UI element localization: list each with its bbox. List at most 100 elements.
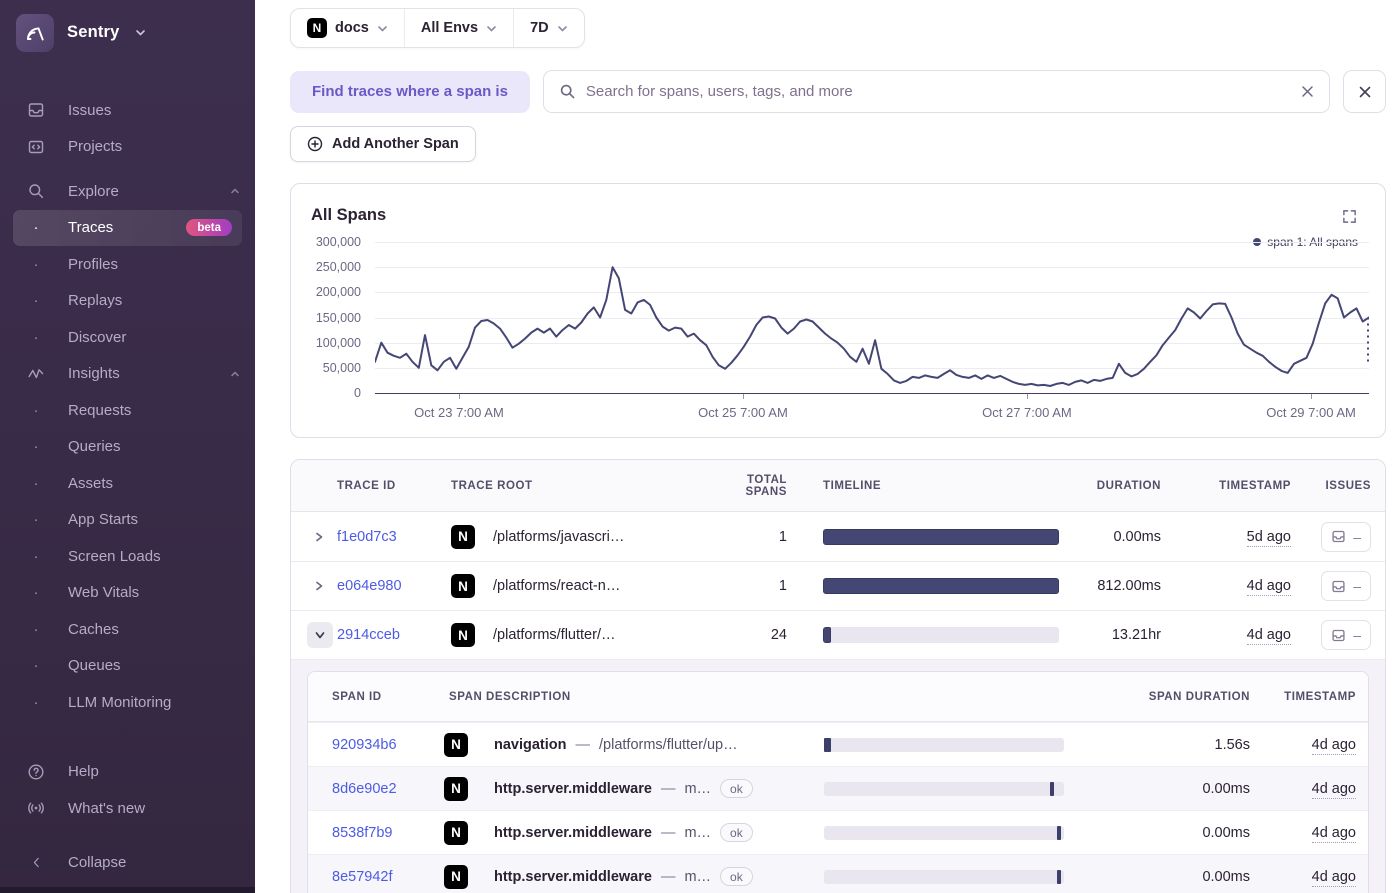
- trace-id-link[interactable]: f1e0d7c3: [337, 529, 397, 545]
- issues-cell: –: [1291, 571, 1371, 601]
- sidebar-item-projects[interactable]: Projects: [0, 129, 255, 166]
- sidebar-item-label: Traces: [68, 219, 114, 237]
- environment-selector-label: All Envs: [420, 20, 479, 36]
- table-row: 2914cceb N/platforms/flutter/… 24 13.21hr 4d…: [291, 610, 1385, 659]
- platform-cell: N: [451, 623, 493, 647]
- sidebar-collapse-button[interactable]: Collapse: [0, 845, 255, 882]
- search-icon: [559, 83, 576, 100]
- column-header: SPAN DURATION: [1148, 690, 1250, 703]
- span-id-link[interactable]: 8538f7b9: [332, 825, 392, 841]
- sidebar-item-traces[interactable]: · Traces beta: [13, 209, 242, 246]
- sidebar-item-label: Profiles: [68, 255, 119, 273]
- timestamp-link[interactable]: 5d ago: [1246, 528, 1291, 547]
- span-timeline-cell: [786, 825, 1064, 840]
- issues-badge: –: [1321, 571, 1371, 601]
- chevron-right-icon[interactable]: [307, 525, 331, 549]
- issues-cell: –: [1291, 521, 1371, 552]
- date-range-selector-label: 7D: [530, 20, 549, 36]
- sidebar-item-discover[interactable]: · Discover: [0, 319, 255, 356]
- sidebar-item-web-vitals[interactable]: · Web Vitals: [0, 575, 255, 612]
- timestamp-link[interactable]: 4d ago: [1311, 780, 1356, 799]
- timeline-cell: [787, 578, 1067, 594]
- remove-span-filter-button[interactable]: [1343, 70, 1386, 113]
- clear-search-icon[interactable]: [1300, 84, 1315, 99]
- sidebar-item-help[interactable]: Help: [0, 754, 255, 791]
- search-icon: [26, 182, 46, 200]
- column-header: ISSUES: [1325, 479, 1371, 492]
- span-op: http.server.middleware: [494, 868, 652, 885]
- environment-selector[interactable]: All Envs: [403, 9, 513, 47]
- platform-cell: N: [444, 820, 484, 845]
- broadcast-icon: [26, 799, 46, 817]
- sidebar-item-app-starts[interactable]: · App Starts: [0, 502, 255, 539]
- chart-plot-area: 0 50,000 100,000 150,000 200,000 250,000 300,0…: [316, 235, 1369, 420]
- span-id-link[interactable]: 8d6e90e2: [332, 781, 397, 797]
- timestamp-link[interactable]: 4d ago: [1246, 578, 1291, 596]
- span-row: 8e57942f Nhttp.server.middleware — m… ok 0.00…: [308, 854, 1368, 893]
- span-search-box: [542, 70, 1330, 113]
- span-timeline-track: [824, 781, 1064, 796]
- duration: 812.00ms: [1097, 578, 1161, 594]
- sidebar-item-requests[interactable]: · Requests: [0, 392, 255, 429]
- sidebar-item-profiles[interactable]: · Profiles: [0, 246, 255, 283]
- total-spans: 1: [778, 528, 787, 545]
- y-axis-tick-label: 250,000: [315, 260, 361, 275]
- span-detail: m…: [684, 824, 712, 841]
- duration: 0.00ms: [1113, 528, 1161, 545]
- sidebar-item-what-s-new[interactable]: What's new: [0, 790, 255, 827]
- sidebar-item-llm-monitoring[interactable]: · LLM Monitoring: [0, 684, 255, 721]
- sidebar-item-queries[interactable]: · Queries: [0, 429, 255, 466]
- sidebar-item-explore[interactable]: Explore: [0, 173, 255, 210]
- org-switcher[interactable]: Sentry: [0, 0, 255, 64]
- platform-cell: N: [451, 524, 493, 549]
- span-description-cell: http.server.middleware — m… ok: [484, 779, 786, 798]
- sidebar-item-replays[interactable]: · Replays: [0, 283, 255, 320]
- sidebar-item-screen-loads[interactable]: · Screen Loads: [0, 538, 255, 575]
- sidebar-item-label: Insights: [68, 365, 120, 383]
- add-another-span-label: Add Another Span: [332, 136, 459, 152]
- span-timeline-marker: [1049, 781, 1054, 796]
- span-search-input[interactable]: [585, 83, 1290, 100]
- chevron-down-icon: [557, 25, 567, 32]
- chevron-right-icon[interactable]: [307, 574, 331, 598]
- sidebar-item-queues[interactable]: · Queues: [0, 648, 255, 685]
- span-detail: m…: [684, 780, 712, 797]
- span-id-link[interactable]: 8e57942f: [332, 869, 392, 885]
- date-range-selector[interactable]: 7D: [513, 9, 584, 47]
- expand-cell: [307, 525, 337, 549]
- sidebar-item-label: Replays: [68, 292, 123, 310]
- trace-id-link[interactable]: 2914cceb: [337, 627, 400, 643]
- timeline-bar: [823, 578, 1059, 594]
- chevron-down-icon[interactable]: [307, 622, 333, 648]
- timestamp-cell: 5d ago: [1161, 528, 1291, 547]
- span-id-link[interactable]: 920934b6: [332, 737, 397, 753]
- project-selector[interactable]: N docs: [291, 9, 404, 47]
- timestamp-link[interactable]: 4d ago: [1311, 824, 1356, 843]
- platform-cell: N: [444, 864, 484, 889]
- sidebar-item-issues[interactable]: Issues: [0, 92, 255, 129]
- traces-table-header: TRACE ID TRACE ROOT TOTAL SPANS TIMELINE DUR…: [291, 460, 1385, 512]
- traces-table: TRACE ID TRACE ROOT TOTAL SPANS TIMELINE DUR…: [290, 459, 1386, 893]
- timestamp-cell: 4d ago: [1161, 626, 1291, 645]
- add-another-span-button[interactable]: Add Another Span: [290, 126, 476, 162]
- y-axis-tick-label: 50,000: [322, 360, 361, 375]
- timestamp-link[interactable]: 4d ago: [1311, 868, 1356, 887]
- timestamp-link[interactable]: 4d ago: [1246, 627, 1291, 645]
- span-timeline-track: [824, 825, 1064, 840]
- fullscreen-icon[interactable]: [1342, 209, 1357, 224]
- sidebar-item-label: Queries: [68, 438, 121, 456]
- sidebar-item-assets[interactable]: · Assets: [0, 465, 255, 502]
- timestamp-link[interactable]: 4d ago: [1311, 736, 1356, 755]
- bullet-icon: ·: [33, 693, 39, 711]
- column-header: TIMELINE: [823, 479, 882, 492]
- span-timeline-cell: [786, 737, 1064, 752]
- total-spans: 24: [770, 627, 787, 643]
- column-header: TRACE ID: [337, 479, 396, 492]
- sidebar-item-insights[interactable]: Insights: [0, 356, 255, 393]
- trace-root: /platforms/javascri…: [493, 528, 625, 545]
- span-description-cell: http.server.middleware — m… ok: [484, 823, 786, 842]
- x-axis-tick: [1311, 394, 1313, 399]
- trace-id-link[interactable]: e064e980: [337, 578, 402, 594]
- sidebar-item-caches[interactable]: · Caches: [0, 611, 255, 648]
- spans-subtable: SPAN ID SPAN DESCRIPTION SPAN DURATION TIME…: [307, 671, 1369, 893]
